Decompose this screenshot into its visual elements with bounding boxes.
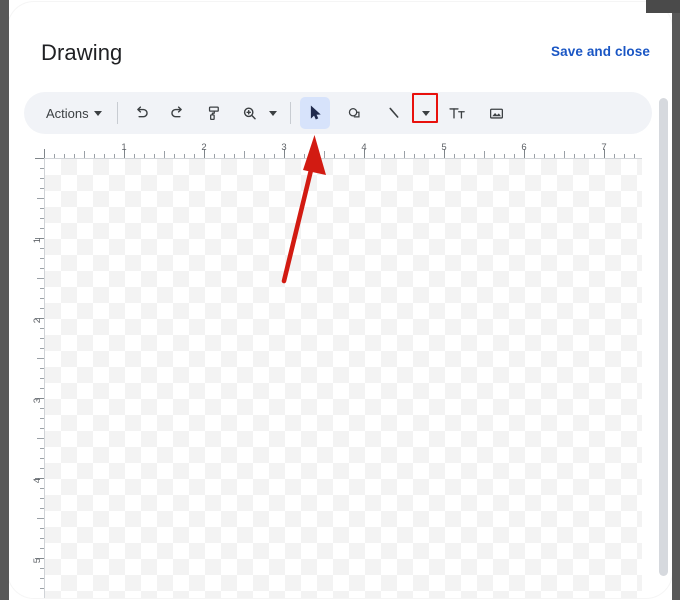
ruler-label: 1: [121, 142, 127, 153]
toolbar-divider: [289, 102, 291, 124]
ruler-label: 3: [31, 398, 43, 404]
ruler-tick: [404, 151, 405, 158]
drawing-canvas[interactable]: [44, 158, 642, 598]
zoom-button[interactable]: [235, 97, 265, 129]
page-edge-top-right: [646, 0, 680, 13]
horizontal-ruler: 1 2 3 4 5 6 7: [44, 142, 642, 158]
ruler-tick: [37, 518, 44, 519]
ruler-tick: [564, 151, 565, 158]
image-icon: [490, 108, 504, 119]
magnifier-plus-icon: [244, 106, 256, 119]
ruler-label: 4: [31, 478, 43, 484]
ruler-label: 4: [361, 142, 367, 153]
scrollbar-thumb[interactable]: [659, 98, 668, 576]
drawing-dialog: Drawing Save and close Actions 1 2 3 4 5…: [8, 2, 672, 598]
ruler-tick: [44, 149, 45, 158]
shape-icon: [348, 107, 360, 117]
ruler-label: 1: [31, 238, 43, 244]
ruler-tick: [37, 358, 44, 359]
text-box-tool[interactable]: [442, 97, 472, 129]
undo-button[interactable]: [127, 97, 157, 129]
line-icon: [389, 107, 399, 118]
ruler-label: 7: [601, 142, 607, 153]
shape-tool[interactable]: [340, 97, 370, 129]
ruler-label: 5: [31, 558, 43, 564]
ruler-tick: [35, 158, 44, 159]
paint-roller-icon: [209, 106, 220, 120]
cursor-arrow-icon: [310, 105, 321, 120]
vertical-ruler: 1 2 3 4 5: [24, 158, 44, 598]
vertical-scrollbar[interactable]: [659, 98, 668, 576]
actions-menu-label: Actions: [46, 105, 89, 121]
save-and-close-button[interactable]: Save and close: [551, 42, 650, 62]
canvas-workspace: 1 2 3 4 5 6 7 1 2 3 4 5: [24, 142, 656, 598]
text-tt-icon: [449, 107, 465, 119]
chevron-down-icon: [93, 110, 102, 116]
highlight-box: [411, 93, 438, 123]
ruler-tick: [324, 151, 325, 158]
page-edge-left: [0, 0, 9, 600]
select-tool[interactable]: [299, 97, 330, 129]
ruler-tick: [37, 198, 44, 199]
undo-icon: [137, 105, 148, 117]
ruler-label: 2: [31, 318, 43, 324]
dialog-header: Drawing Save and close: [8, 2, 672, 88]
actions-menu[interactable]: Actions: [38, 97, 108, 129]
zoom-dropdown[interactable]: [265, 97, 281, 129]
redo-icon: [171, 105, 182, 117]
ruler-label: 5: [441, 142, 447, 153]
ruler-label: 2: [201, 142, 207, 153]
image-tool[interactable]: [482, 97, 512, 129]
ruler-tick: [37, 278, 44, 279]
chevron-down-icon: [421, 110, 430, 116]
ruler-tick: [244, 151, 245, 158]
ruler-label: 6: [521, 142, 527, 153]
chevron-down-icon: [268, 110, 277, 116]
page-title: Drawing: [41, 40, 123, 65]
paint-format-button[interactable]: [199, 97, 229, 129]
ruler-label: 3: [281, 142, 287, 153]
drawing-toolbar: Actions: [24, 92, 652, 134]
line-style-dropdown[interactable]: [411, 93, 439, 129]
toolbar-divider: [116, 102, 118, 124]
ruler-tick: [37, 438, 44, 439]
page-edge-right: [672, 0, 680, 600]
redo-button[interactable]: [163, 97, 193, 129]
ruler-tick: [164, 151, 165, 158]
ruler-tick: [484, 151, 485, 158]
ruler-tick: [84, 151, 85, 158]
line-tool[interactable]: [380, 97, 410, 129]
